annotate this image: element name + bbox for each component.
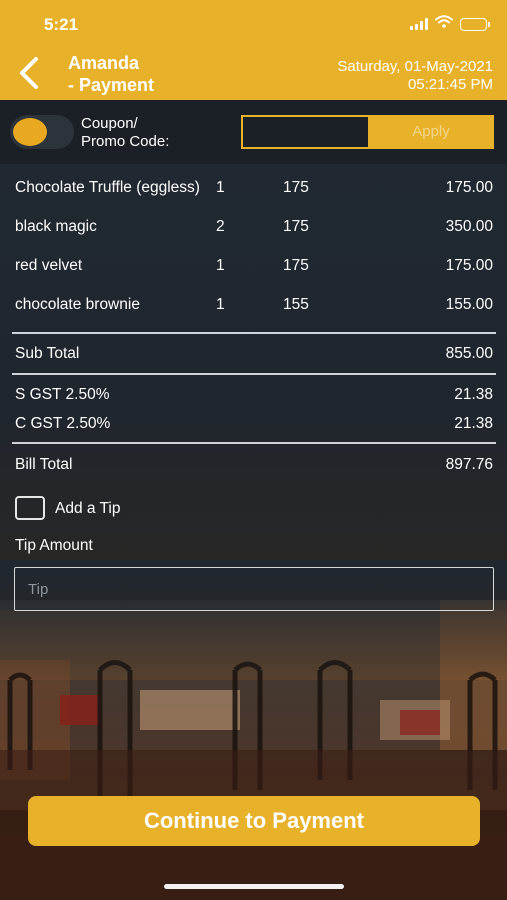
chevron-left-icon (20, 57, 38, 89)
header-datetime: Saturday, 01-May-2021 05:21:45 PM (337, 58, 493, 94)
home-indicator (164, 884, 344, 889)
item-amount: 155.00 (445, 296, 493, 313)
cgst-row: C GST 2.50% 21.38 (0, 415, 507, 439)
item-amount: 350.00 (445, 218, 493, 235)
item-price: 175 (283, 218, 309, 235)
divider (12, 373, 496, 375)
item-price: 175 (283, 179, 309, 196)
item-qty: 1 (216, 257, 225, 274)
status-bar: 5:21 (0, 0, 507, 46)
header-date: Saturday, 01-May-2021 (337, 58, 493, 75)
bill-total-value: 897.76 (445, 456, 493, 473)
coupon-label-line1: Coupon/ (81, 115, 138, 132)
order-item-row: Chocolate Truffle (eggless) 1 175 175.00 (0, 179, 507, 209)
subtotal-value: 855.00 (445, 345, 493, 362)
item-qty: 1 (216, 296, 225, 313)
subtotal-label: Sub Total (15, 345, 80, 362)
header-bar: Amanda - Payment Saturday, 01-May-2021 0… (0, 46, 507, 100)
tip-amount-label: Tip Amount (15, 537, 93, 554)
status-icons (410, 15, 490, 33)
subtotal-row: Sub Total 855.00 (0, 345, 507, 369)
item-qty: 2 (216, 218, 225, 235)
coupon-toggle[interactable] (10, 115, 74, 149)
signal-icon (410, 18, 428, 30)
page-title: Amanda - Payment (68, 52, 154, 96)
coupon-label-line2: Promo Code: (81, 133, 170, 150)
item-price: 155 (283, 296, 309, 313)
item-name: Chocolate Truffle (eggless) (15, 179, 200, 196)
battery-icon (460, 17, 490, 31)
order-item-row: chocolate brownie 1 155 155.00 (0, 296, 507, 326)
tip-input[interactable] (14, 567, 494, 611)
status-time: 5:21 (44, 15, 79, 34)
item-name: black magic (15, 218, 97, 235)
divider (12, 332, 496, 334)
continue-to-payment-button[interactable]: Continue to Payment (28, 796, 480, 846)
cgst-value: 21.38 (454, 415, 493, 432)
coupon-section: Coupon/ Promo Code: Apply (0, 100, 507, 164)
page-subtitle: - Payment (68, 75, 155, 95)
sgst-row: S GST 2.50% 21.38 (0, 386, 507, 410)
divider (12, 442, 496, 444)
cgst-label: C GST 2.50% (15, 415, 111, 432)
item-amount: 175.00 (445, 257, 493, 274)
toggle-knob (13, 118, 47, 146)
item-qty: 1 (216, 179, 225, 196)
header-time: 05:21:45 PM (407, 76, 493, 93)
apply-button[interactable]: Apply (368, 115, 494, 149)
coupon-label: Coupon/ Promo Code: (81, 115, 169, 151)
add-tip-checkbox[interactable] (15, 496, 45, 520)
sgst-value: 21.38 (454, 386, 493, 403)
item-amount: 175.00 (445, 179, 493, 196)
item-name: chocolate brownie (15, 296, 140, 313)
item-price: 175 (283, 257, 309, 274)
coupon-code-input[interactable] (241, 115, 369, 149)
add-tip-label: Add a Tip (55, 500, 121, 517)
item-name: red velvet (15, 257, 83, 274)
customer-name: Amanda (68, 53, 140, 73)
bill-total-label: Bill Total (15, 456, 73, 473)
sgst-label: S GST 2.50% (15, 386, 110, 403)
order-item-row: red velvet 1 175 175.00 (0, 257, 507, 287)
back-button[interactable] (14, 56, 44, 90)
bill-total-row: Bill Total 897.76 (0, 456, 507, 480)
order-item-row: black magic 2 175 350.00 (0, 218, 507, 248)
wifi-icon (435, 15, 453, 33)
